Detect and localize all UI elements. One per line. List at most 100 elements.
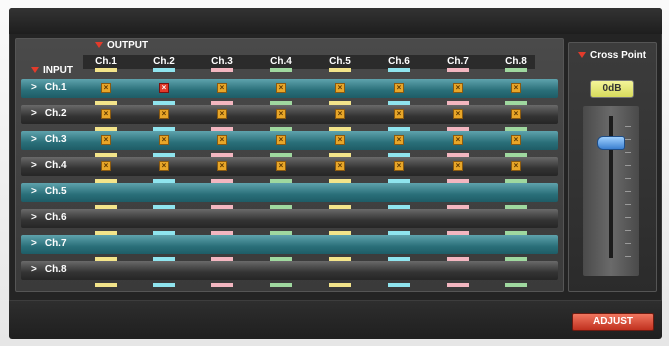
row-8-color-bar-2	[153, 283, 175, 287]
row-8-color-bar-3	[211, 283, 233, 287]
fader-tick	[625, 217, 631, 218]
input-ch-5-label: > Ch.5	[31, 186, 67, 197]
cross-point-title: Cross Point	[590, 50, 647, 61]
output-ch-1-label: Ch.1	[95, 56, 117, 67]
row-8-color-bar-1	[95, 283, 117, 287]
crosspoint-in1-out4[interactable]: ×	[276, 83, 286, 93]
crosspoint-in4-out5[interactable]: ×	[335, 161, 345, 171]
output-ch-8-label: Ch.8	[505, 56, 527, 67]
row-8-color-bar-7	[447, 283, 469, 287]
crosspoint-in1-out8[interactable]: ×	[511, 83, 521, 93]
crosspoint-in2-out5[interactable]: ×	[335, 109, 345, 119]
output-ch-5-color-bar	[329, 68, 351, 72]
crosspoint-in1-out1[interactable]: ×	[101, 83, 111, 93]
chevron-right-icon: >	[31, 212, 37, 223]
input-ch-1-label: > Ch.1	[31, 82, 67, 93]
crosspoint-in3-out6[interactable]: ×	[394, 135, 404, 145]
input-row-ch-8[interactable]: > Ch.8	[21, 261, 558, 280]
title-bar	[9, 8, 662, 34]
input-row-ch-6[interactable]: > Ch.6	[21, 209, 558, 228]
output-ch-2-label: Ch.2	[153, 56, 175, 67]
input-ch-4-text: Ch.4	[44, 160, 67, 171]
fader-tick	[625, 191, 631, 192]
crosspoint-in3-out5[interactable]: ×	[335, 135, 345, 145]
input-ch-5-text: Ch.5	[44, 186, 67, 197]
crosspoint-in2-out2[interactable]: ×	[159, 109, 169, 119]
crosspoint-in4-out2[interactable]: ×	[159, 161, 169, 171]
input-row-ch-7[interactable]: > Ch.7	[21, 235, 558, 254]
red-triangle-icon	[578, 52, 586, 58]
crosspoint-in1-out2[interactable]: ×	[159, 83, 169, 93]
input-ch-1-text: Ch.1	[44, 82, 67, 93]
crosspoint-in2-out7[interactable]: ×	[453, 109, 463, 119]
fader-tick	[625, 256, 631, 257]
red-triangle-icon	[31, 67, 39, 73]
fader-tick	[625, 152, 631, 153]
output-ch-3-label: Ch.3	[211, 56, 233, 67]
bottom-bar	[9, 300, 662, 339]
fader-tick	[625, 230, 631, 231]
output-ch-6-label: Ch.6	[388, 56, 410, 67]
input-row-ch-5[interactable]: > Ch.5	[21, 183, 558, 202]
row-8-color-bar-5	[329, 283, 351, 287]
chevron-right-icon: >	[31, 238, 37, 249]
fader-tick	[625, 204, 631, 205]
crosspoint-in2-out3[interactable]: ×	[217, 109, 227, 119]
output-ch-5-label: Ch.5	[329, 56, 351, 67]
crosspoint-in2-out8[interactable]: ×	[511, 109, 521, 119]
output-ch-3-color-bar	[211, 68, 233, 72]
row-8-color-bar-8	[505, 283, 527, 287]
crosspoint-in3-out7[interactable]: ×	[453, 135, 463, 145]
crosspoint-in2-out4[interactable]: ×	[276, 109, 286, 119]
output-ch-2-color-bar	[153, 68, 175, 72]
row-8-color-bar-6	[388, 283, 410, 287]
input-ch-6-text: Ch.6	[44, 212, 67, 223]
crosspoint-in4-out4[interactable]: ×	[276, 161, 286, 171]
input-ch-7-label: > Ch.7	[31, 238, 67, 249]
crosspoint-in1-out5[interactable]: ×	[335, 83, 345, 93]
crosspoint-in2-out6[interactable]: ×	[394, 109, 404, 119]
crosspoint-in4-out6[interactable]: ×	[394, 161, 404, 171]
crosspoint-in3-out2[interactable]: ×	[159, 135, 169, 145]
fader-tick	[625, 139, 631, 140]
input-ch-2-label: > Ch.2	[31, 108, 67, 119]
crosspoint-in3-out4[interactable]: ×	[276, 135, 286, 145]
fader-tick	[625, 126, 631, 127]
crosspoint-in3-out1[interactable]: ×	[101, 135, 111, 145]
crosspoint-in3-out3[interactable]: ×	[217, 135, 227, 145]
chevron-right-icon: >	[31, 134, 37, 145]
crosspoint-in4-out7[interactable]: ×	[453, 161, 463, 171]
adjust-button[interactable]: ADJUST	[572, 313, 654, 331]
input-heading: INPUT	[31, 65, 73, 76]
output-heading-text: OUTPUT	[107, 40, 149, 51]
input-ch-7-text: Ch.7	[44, 238, 67, 249]
crosspoint-in1-out3[interactable]: ×	[217, 83, 227, 93]
input-ch-6-label: > Ch.6	[31, 212, 67, 223]
output-ch-8-color-bar	[505, 68, 527, 72]
output-ch-4-label: Ch.4	[270, 56, 292, 67]
output-ch-7-label: Ch.7	[447, 56, 469, 67]
row-8-color-bar-4	[270, 283, 292, 287]
output-ch-4-color-bar	[270, 68, 292, 72]
chevron-right-icon: >	[31, 160, 37, 171]
crosspoint-in1-out7[interactable]: ×	[453, 83, 463, 93]
red-triangle-icon	[95, 42, 103, 48]
crosspoint-in2-out1[interactable]: ×	[101, 109, 111, 119]
input-ch-8-text: Ch.8	[44, 264, 67, 275]
input-ch-2-text: Ch.2	[44, 108, 67, 119]
input-ch-8-label: > Ch.8	[31, 264, 67, 275]
crosspoint-in3-out8[interactable]: ×	[511, 135, 521, 145]
output-ch-6-color-bar	[388, 68, 410, 72]
input-ch-4-label: > Ch.4	[31, 160, 67, 171]
fader-knob[interactable]	[597, 136, 625, 150]
chevron-right-icon: >	[31, 108, 37, 119]
chevron-right-icon: >	[31, 82, 37, 93]
crosspoint-in4-out3[interactable]: ×	[217, 161, 227, 171]
output-ch-7-color-bar	[447, 68, 469, 72]
crosspoint-in4-out1[interactable]: ×	[101, 161, 111, 171]
crosspoint-in1-out6[interactable]: ×	[394, 83, 404, 93]
crosspoint-in4-out8[interactable]: ×	[511, 161, 521, 171]
chevron-right-icon: >	[31, 186, 37, 197]
chevron-right-icon: >	[31, 264, 37, 275]
fader-tick	[625, 165, 631, 166]
